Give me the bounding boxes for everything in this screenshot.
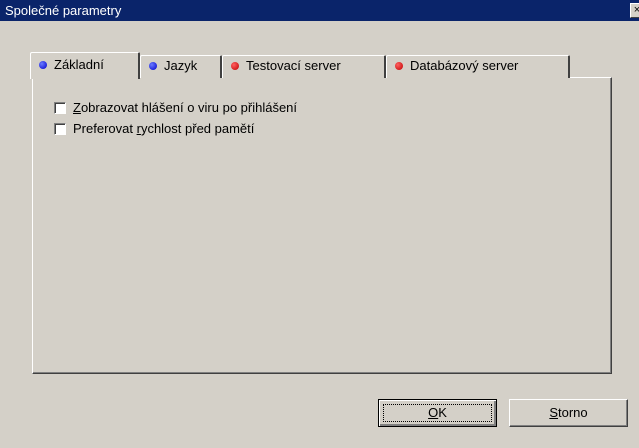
option-label: Preferovat rychlost před pamětí (73, 121, 255, 136)
tab-label: Databázový server (410, 58, 519, 73)
focus-rect (383, 404, 492, 422)
show-virus-report-checkbox[interactable] (54, 102, 66, 114)
blue-dot-icon (39, 60, 47, 69)
title-bar[interactable]: Společné parametry × (0, 0, 639, 21)
tab-label: Základní (54, 57, 104, 72)
tab-testovaci-server[interactable]: Testovací server (222, 55, 386, 78)
tab-zakladni[interactable]: Základní (30, 52, 140, 79)
close-icon: × (634, 4, 639, 16)
ok-button[interactable]: OK (378, 399, 497, 427)
tab-label: Testovací server (246, 58, 341, 73)
blue-dot-icon (149, 61, 157, 70)
tab-jazyk[interactable]: Jazyk (140, 55, 222, 78)
prefer-speed-checkbox[interactable] (54, 123, 66, 135)
tab-label: Jazyk (164, 58, 198, 73)
cancel-button[interactable]: Storno (509, 399, 628, 427)
close-button[interactable]: × (630, 3, 639, 18)
red-dot-icon (395, 61, 403, 70)
window-title: Společné parametry (5, 3, 122, 18)
dialog-window: Společné parametry × Základní Jazyk Test… (0, 0, 639, 448)
red-dot-icon (231, 61, 239, 70)
tab-databazovy-server[interactable]: Databázový server (386, 55, 570, 78)
option-label: Zobrazovat hlášení o viru po přihlášení (73, 100, 298, 115)
